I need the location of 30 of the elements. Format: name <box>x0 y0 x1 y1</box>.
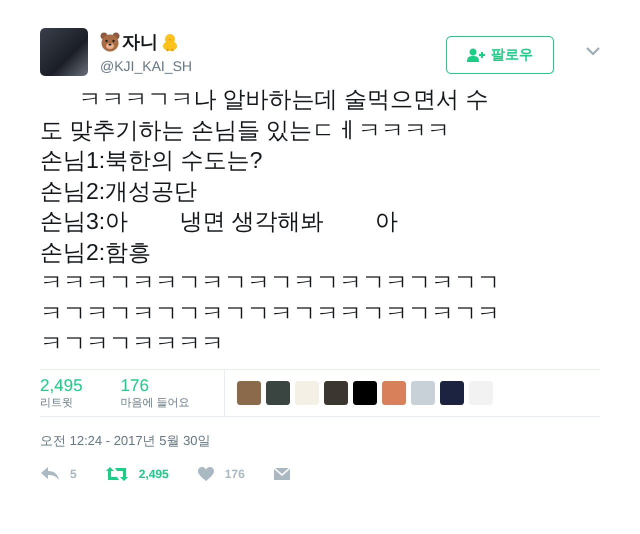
avatar-placeholder[interactable] <box>324 380 348 404</box>
action-count: 176 <box>224 466 245 480</box>
chick-icon <box>160 32 180 52</box>
heart-icon[interactable] <box>196 466 215 482</box>
stat-label[interactable]: 리트윗 <box>40 394 83 410</box>
tweet-text-line: 도 맞추기하는 손님들 있는ㄷㅔㅋㅋㅋㅋ <box>40 116 452 144</box>
chevron-down-icon[interactable] <box>586 46 600 56</box>
tweet-text-line: ㅋㄱㅋㄱㅋㅋㅋㅋ <box>40 329 225 358</box>
timestamp[interactable]: 오전 12:24 - 2017년 5월 30일 <box>40 432 600 450</box>
tweet-text-line: 손님1:북한의 수도는? <box>40 146 264 175</box>
add-user-icon <box>467 48 485 62</box>
avatar-placeholder[interactable] <box>266 380 290 404</box>
tweet-text-line: 손님3:아 냉면 생각해봐 아 <box>40 207 399 236</box>
stat-label[interactable]: 마음에 들어요 <box>120 394 190 410</box>
avatar-placeholder[interactable] <box>440 380 464 404</box>
tweet-text-line: ㅋㄱㅋㄱㅋㄱㄱㅋㄱㄱㅋㄱㅋㅋㄱㅋㄱㅋㄱㅋ <box>40 298 501 328</box>
author-handle[interactable]: @KJI_KAI_SH <box>100 58 434 74</box>
bear-face-icon <box>100 32 120 52</box>
avatar-placeholder[interactable] <box>352 380 377 404</box>
retweet-icon[interactable] <box>104 466 129 482</box>
reply-icon[interactable] <box>40 466 60 482</box>
tweet-text-line: ㅋㅋㅋㄱㅋ나 알바하는데 술먹으면서 수 <box>77 85 490 114</box>
tweet-text-line: 손님2:함흥 <box>40 238 152 266</box>
profile-photo-placeholder[interactable] <box>40 28 88 76</box>
action-count: 5 <box>70 466 77 480</box>
action-count: 2,495 <box>138 466 169 480</box>
author-name[interactable]: 자니 <box>122 30 158 54</box>
tweet-text-line: 손님2:개성공단 <box>40 176 198 206</box>
envelope-icon[interactable] <box>272 466 291 482</box>
tweet-text-line: ㅋㅋㅋㄱㅋㅋㄱㅋㄱㅋㄱㅋㄱㅋㄱㅋㄱㅋㄱㄱ <box>40 268 501 297</box>
